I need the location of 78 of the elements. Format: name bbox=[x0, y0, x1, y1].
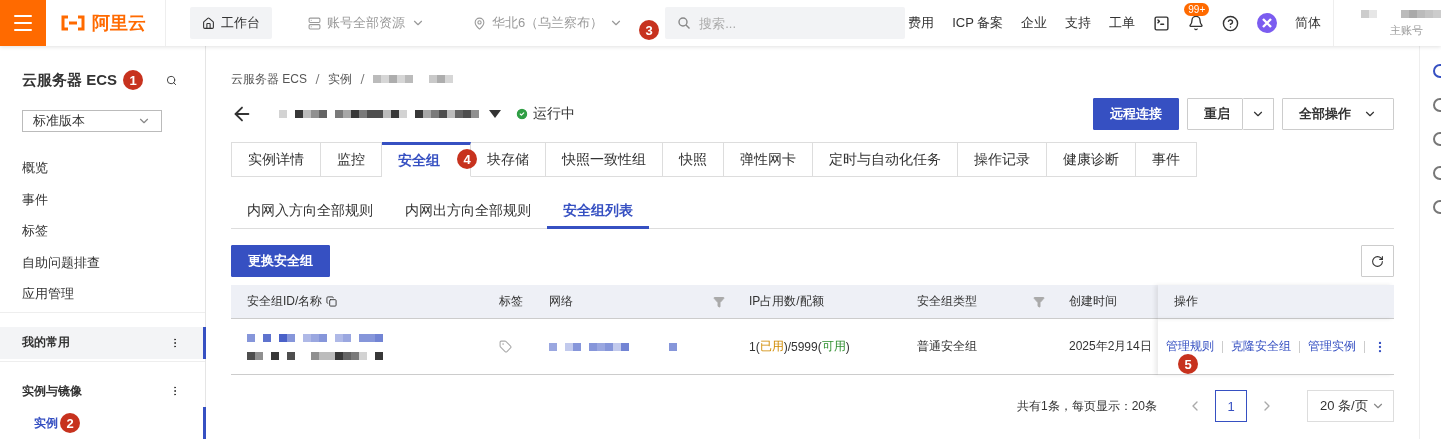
tab[interactable]: 快照 bbox=[663, 142, 724, 177]
breadcrumb-link[interactable]: 实例 bbox=[328, 70, 352, 88]
sidebar-item[interactable]: 标签 bbox=[0, 215, 205, 247]
check-icon bbox=[515, 107, 529, 121]
header-link[interactable]: 支持 bbox=[1065, 14, 1092, 32]
account-role: 主账号 bbox=[1390, 22, 1423, 38]
column-header: IP占用数/配额 bbox=[733, 285, 901, 319]
restart-button[interactable]: 重启 bbox=[1187, 98, 1243, 130]
tab[interactable]: 事件 bbox=[1136, 142, 1197, 177]
terminal-icon[interactable] bbox=[1153, 14, 1171, 32]
restart-menu-button[interactable] bbox=[1243, 98, 1274, 130]
tab[interactable]: 监控 bbox=[321, 142, 382, 177]
app-icon[interactable] bbox=[1257, 13, 1278, 33]
refresh-icon bbox=[1371, 254, 1384, 268]
logo-icon bbox=[60, 15, 87, 31]
page-button[interactable]: 1 bbox=[1215, 390, 1247, 422]
sidebar-item[interactable]: 事件 bbox=[0, 183, 205, 216]
step-badge: 5 bbox=[1178, 354, 1198, 374]
menu-button[interactable] bbox=[0, 0, 47, 46]
dropdown-icon[interactable] bbox=[489, 110, 501, 118]
page-size-select[interactable]: 20 条/页 bbox=[1307, 390, 1394, 422]
tab[interactable]: 快照一致性组 bbox=[546, 142, 663, 177]
breadcrumb-separator bbox=[315, 74, 320, 84]
step-badge: 1 bbox=[123, 70, 143, 91]
column-header: 标签 bbox=[483, 285, 533, 319]
action-link[interactable]: 管理实例 bbox=[1308, 338, 1356, 355]
sidebar-group[interactable]: 我的常用 bbox=[0, 327, 206, 359]
home-icon bbox=[201, 16, 215, 30]
language-link[interactable]: 简体 bbox=[1295, 14, 1322, 32]
location-icon bbox=[472, 16, 486, 30]
search-icon bbox=[678, 17, 691, 29]
server-icon bbox=[307, 16, 321, 30]
table-cell: 2025年2月14日 bbox=[1053, 319, 1158, 375]
tab[interactable]: 块存储 bbox=[471, 142, 546, 177]
column-header: 操作 bbox=[1158, 285, 1394, 319]
all-actions-button[interactable]: 全部操作 bbox=[1282, 98, 1394, 130]
search-field[interactable]: 搜索... bbox=[665, 7, 906, 39]
tab[interactable]: 弹性网卡 bbox=[724, 142, 813, 177]
action-link[interactable]: 管理规则 bbox=[1166, 338, 1214, 355]
notification-count: 99+ bbox=[1184, 3, 1210, 16]
ip-usage: 1(已用)/5999(可用) bbox=[733, 319, 901, 375]
workbench-button[interactable]: 工作台 bbox=[189, 7, 272, 39]
breadcrumb-link[interactable]: 云服务器 ECS bbox=[231, 70, 307, 88]
header-link[interactable]: 企业 bbox=[1021, 14, 1048, 32]
sub-tab[interactable]: 内网入方向全部规则 bbox=[231, 195, 389, 229]
column-header: 安全组ID/名称 bbox=[231, 285, 483, 319]
search-icon[interactable] bbox=[166, 75, 177, 87]
sidebar-item[interactable]: 应用管理 bbox=[0, 278, 205, 310]
tab[interactable]: 操作记录 bbox=[958, 142, 1047, 177]
sidebar-item[interactable]: 自助问题排查 bbox=[0, 246, 205, 279]
pagination-summary: 共有1条，每页显示：20条 bbox=[1016, 397, 1157, 415]
refresh-button[interactable] bbox=[1361, 245, 1394, 277]
change-group-button[interactable]: 更换安全组 bbox=[231, 245, 330, 277]
logo-text: 阿里云 bbox=[92, 12, 147, 35]
table-cell: 普通安全组 bbox=[901, 319, 1053, 375]
tab[interactable]: 定时与自动化任务 bbox=[813, 142, 958, 177]
sidebar-item[interactable]: 概览 bbox=[0, 152, 205, 184]
tab[interactable]: 健康诊断 bbox=[1047, 142, 1136, 177]
column-header: 创建时间 bbox=[1053, 285, 1158, 319]
header-link[interactable]: 费用 bbox=[908, 14, 935, 32]
breadcrumb-separator bbox=[360, 74, 365, 84]
help-icon[interactable] bbox=[1222, 14, 1240, 32]
sub-tab[interactable]: 安全组列表 bbox=[547, 195, 649, 229]
step-badge: 3 bbox=[639, 20, 660, 40]
action-link[interactable]: 克隆安全组 bbox=[1231, 338, 1291, 355]
remote-connect-button[interactable]: 远程连接 bbox=[1093, 98, 1179, 130]
bell-icon[interactable] bbox=[1188, 15, 1205, 31]
header-link[interactable]: ICP 备案 bbox=[952, 14, 1004, 32]
column-header: 安全组类型 bbox=[901, 285, 1053, 319]
sidebar-group[interactable]: 实例与镜像 bbox=[0, 375, 206, 408]
step-badge: 2 bbox=[60, 413, 80, 434]
status-label: 运行中 bbox=[515, 105, 575, 123]
sub-tab[interactable]: 内网出方向全部规则 bbox=[389, 195, 547, 229]
column-header: 网络 bbox=[533, 285, 733, 319]
copy-icon[interactable] bbox=[326, 296, 338, 307]
header-link[interactable]: 工单 bbox=[1109, 14, 1136, 32]
version-select[interactable]: 标准版本 bbox=[22, 109, 162, 133]
tab[interactable]: 实例详情 bbox=[231, 142, 321, 177]
